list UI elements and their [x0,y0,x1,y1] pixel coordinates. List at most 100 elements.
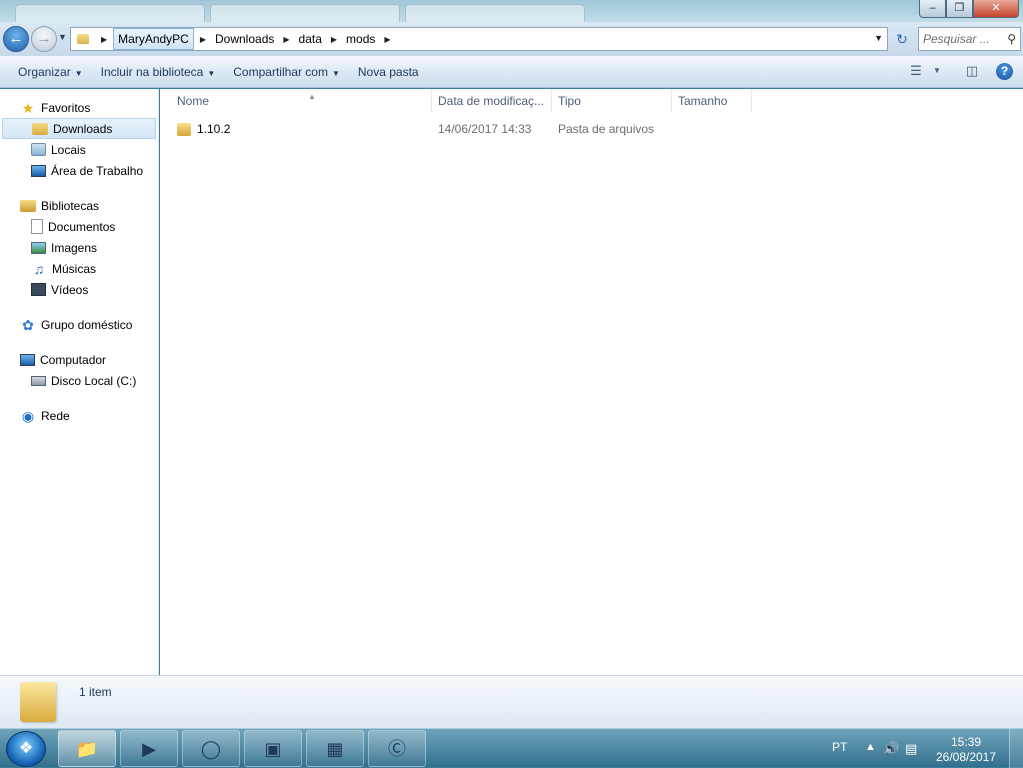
explorer-window: – ❐ ✕ ← → ▼ ▶ MaryAndyPC ▶ Downloads ▶ d… [0,0,1023,728]
sidebar-item-locais[interactable]: Locais [0,139,158,160]
show-hidden-icons-icon[interactable]: ▲ [865,741,876,753]
refresh-icon: ↻ [896,31,908,47]
sidebar-item-homegroup[interactable]: ✿ Grupo doméstico [0,314,158,335]
breadcrumb-item[interactable]: data [296,29,325,49]
computer-icon [20,353,35,366]
start-button[interactable]: ❖ [6,731,46,767]
sidebar-item-downloads[interactable]: Downloads [2,118,156,139]
folder-icon [77,34,89,44]
downloads-folder-icon [32,122,48,135]
crafting-table-icon: ▦ [326,739,344,759]
refresh-button[interactable]: ↻ [890,28,914,50]
details-pane: 1 item [0,675,1023,728]
new-folder-button[interactable]: Nova pasta [349,61,428,83]
breadcrumb-item[interactable]: Downloads [212,29,277,49]
skype-icon: Ⓒ [388,739,406,759]
music-note-icon: ♫ [33,260,45,277]
include-library-label: Incluir na biblioteca [100,64,204,79]
chrome-icon: ◯ [200,739,222,759]
preview-pane-button[interactable]: ◫ [958,61,986,81]
share-button[interactable]: Compartilhar com ▼ [224,61,349,83]
file-list-pane[interactable]: Nome ▲ Data de modificaç... Tipo Tamanho … [160,89,1023,675]
sidebar-label: Disco Local (C:) [51,373,137,388]
sidebar-item-network[interactable]: ◉ Rede [0,405,158,426]
sidebar-label: Documentos [48,219,116,234]
file-name: 1.10.2 [197,122,231,136]
recent-pages-button[interactable]: ▼ [58,32,67,42]
column-header-date[interactable]: Data de modificaç... [432,89,552,113]
breadcrumb-separator-icon[interactable]: ▶ [200,35,206,44]
taskbar-app-button[interactable]: ▣ [244,730,302,767]
sidebar-item-libraries[interactable]: Bibliotecas [0,195,158,216]
view-options-dropdown[interactable]: ▼ [930,61,944,81]
file-row[interactable]: 1.10.2 14/06/2017 14:33 Pasta de arquivo… [177,119,757,139]
sidebar-label: Vídeos [51,282,89,297]
taskbar-skype-button[interactable]: Ⓒ [368,730,426,767]
sidebar-item-documents[interactable]: Documentos [0,216,158,237]
address-history-dropdown[interactable]: ▼ [874,33,883,43]
show-desktop-button[interactable] [1009,729,1023,768]
taskbar-explorer-button[interactable]: 📁 [58,730,116,767]
include-library-button[interactable]: Incluir na biblioteca ▼ [92,61,225,83]
sidebar-item-local-disk[interactable]: Disco Local (C:) [0,370,158,391]
taskbar-media-player-button[interactable]: ▶ [120,730,178,767]
arrow-right-icon: → [36,30,52,47]
taskbar-minecraft-button[interactable]: ▦ [306,730,364,767]
back-button[interactable]: ← [3,26,29,52]
network-status-icon[interactable]: ▤ [905,741,917,757]
sidebar-item-computer[interactable]: Computador [0,349,158,370]
volume-icon[interactable]: 🔊 [883,741,899,757]
column-header-type[interactable]: Tipo [552,89,672,113]
minimize-button[interactable]: – [919,0,946,18]
homegroup-group: ✿ Grupo doméstico [0,314,158,335]
column-header-name[interactable]: Nome ▲ [171,89,432,113]
change-view-button[interactable]: ☰ [902,61,930,81]
sidebar-label: Músicas [52,261,97,276]
libraries-group: Bibliotecas Documentos Imagens ♫ Músicas … [0,195,158,300]
organize-button[interactable]: Organizar ▼ [9,61,92,83]
sidebar-item-music[interactable]: ♫ Músicas [0,258,158,279]
close-button[interactable]: ✕ [973,0,1019,18]
breadcrumb-separator-icon[interactable]: ▶ [331,35,337,44]
new-folder-label: Nova pasta [357,64,419,79]
homegroup-icon: ✿ [22,316,34,333]
sidebar-label: Computador [40,352,107,367]
breadcrumb-separator-icon[interactable]: ▶ [283,35,289,44]
caption-buttons: – ❐ ✕ [919,0,1019,18]
search-input[interactable]: Pesquisar ... ⚲ [918,27,1021,51]
sidebar-item-desktop[interactable]: Área de Trabalho [0,160,158,181]
folder-icon [177,122,191,136]
places-icon [31,143,46,156]
help-icon: ? [1000,63,1009,78]
sidebar-label: Locais [51,142,86,157]
search-placeholder: Pesquisar ... [923,32,990,46]
language-indicator[interactable]: PT [832,740,847,754]
windows-logo-icon: ❖ [18,740,34,757]
hard-drive-icon [31,375,46,386]
sidebar-item-images[interactable]: Imagens [0,237,158,258]
column-label: Tipo [558,94,581,108]
help-button[interactable]: ? [996,62,1013,80]
breadcrumb-item[interactable]: MaryAndyPC [113,28,194,50]
desktop-icon [31,164,46,177]
taskbar-chrome-button[interactable]: ◯ [182,730,240,767]
sidebar-item-videos[interactable]: Vídeos [0,279,158,300]
maximize-button[interactable]: ❐ [946,0,973,18]
column-header-size[interactable]: Tamanho [672,89,752,113]
search-icon[interactable]: ⚲ [1007,28,1016,50]
view-list-icon: ☰ [910,63,922,78]
caret-down-icon: ▼ [933,66,941,75]
sidebar-label: Área de Trabalho [51,163,144,178]
forward-button[interactable]: → [31,26,57,52]
breadcrumb-separator-icon[interactable]: ▶ [384,35,390,44]
folder-large-icon [20,682,56,722]
sidebar-item-favorites[interactable]: ★ Favoritos [0,97,158,118]
network-icon: ◉ [21,407,35,424]
breadcrumb-item[interactable]: mods [343,29,378,49]
explorer-folder-icon: 📁 [75,739,99,759]
breadcrumb-separator-icon[interactable]: ▶ [101,35,107,44]
column-label: Tamanho [678,94,728,108]
sidebar-label: Bibliotecas [41,198,100,213]
address-bar[interactable]: ▶ MaryAndyPC ▶ Downloads ▶ data ▶ mods ▶… [70,27,888,51]
clock[interactable]: 15:39 26/08/2017 [931,735,1001,765]
